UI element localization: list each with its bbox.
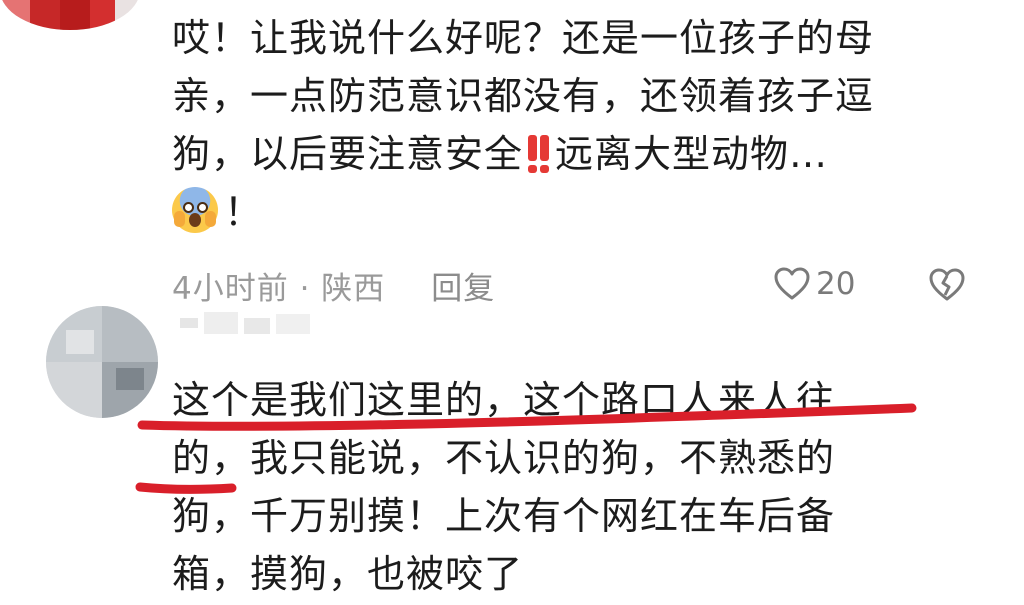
comment-thread: 哎！让我说什么好呢？还是一位孩子的母 亲，一点防范意识都没有，还领着孩子逗 狗，…	[0, 0, 1024, 605]
comment-text-fragment: ！	[224, 190, 264, 234]
heart-outline-icon	[774, 267, 810, 300]
avatar[interactable]	[0, 0, 140, 30]
comment-meta: 4小时前 · 陕西 回复	[172, 263, 495, 308]
dislike-button[interactable]	[928, 268, 966, 306]
like-button[interactable]: 20	[774, 266, 855, 302]
comment-body: 这个是我们这里的，这个路口人来人往 的，我只能说，不认识的狗，不熟悉的 狗，千万…	[172, 372, 952, 604]
double-exclamation-emoji-icon	[526, 135, 552, 173]
comment-text-fragment: 狗，以后要注意安全	[172, 132, 524, 176]
screaming-face-emoji-icon	[172, 187, 218, 233]
broken-heart-icon	[929, 268, 965, 301]
comment-line: 狗，以后要注意安全 远离大型动物…	[172, 126, 952, 184]
comment-line: 箱，摸狗，也被咬了	[172, 552, 524, 596]
comment-line: 亲，一点防范意识都没有，还领着孩子逗	[172, 74, 875, 118]
comment-line: 哎！让我说什么好呢？还是一位孩子的母	[172, 16, 875, 60]
comment-text-fragment: 远离大型动物…	[555, 132, 829, 176]
reply-button[interactable]: 回复	[431, 271, 495, 307]
comment-line: 这个是我们这里的，这个路口人来人往	[172, 378, 836, 422]
comment-time-location: 4小时前 · 陕西	[172, 271, 386, 307]
avatar[interactable]	[46, 306, 158, 418]
username-blurred[interactable]	[180, 312, 320, 336]
comment-line: 的，我只能说，不认识的狗，不熟悉的	[172, 436, 836, 480]
comment-line: ！	[172, 184, 952, 242]
comment-line: 狗，千万别摸！上次有个网红在车后备	[172, 494, 836, 538]
comment-body: 哎！让我说什么好呢？还是一位孩子的母 亲，一点防范意识都没有，还领着孩子逗 狗，…	[172, 10, 952, 242]
like-count: 20	[816, 266, 856, 302]
